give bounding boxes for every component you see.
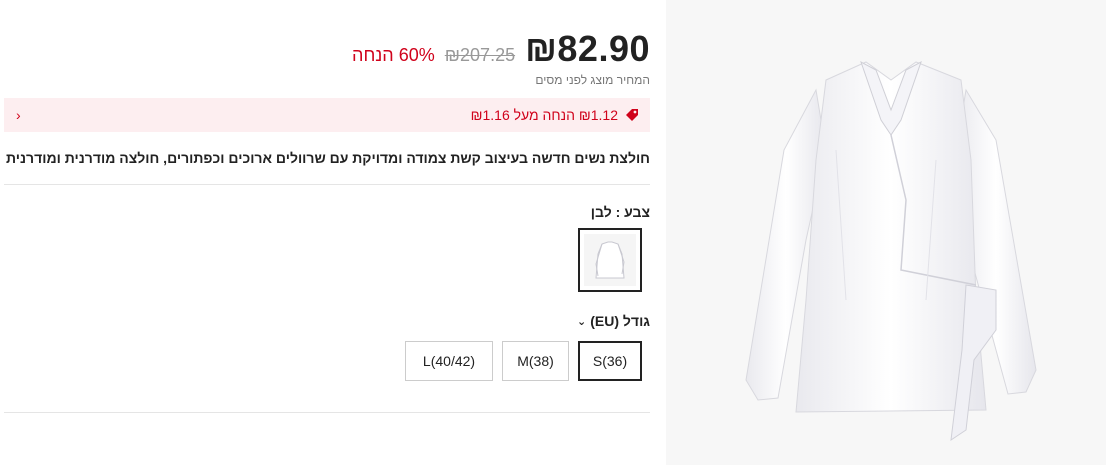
size-option-l40-42[interactable]: L(40/42) xyxy=(405,341,493,381)
shirt-thumbnail-icon xyxy=(595,241,625,279)
promo-arrow-icon[interactable]: ‹ xyxy=(16,107,21,123)
promo-banner[interactable]: ₪1.12 הנחה מעל ₪1.16 ‹ xyxy=(4,98,650,132)
tax-note: המחיר מוצג לפני מסים xyxy=(535,73,650,87)
color-swatch-white[interactable] xyxy=(578,228,642,292)
size-option-s36[interactable]: S(36) xyxy=(578,341,642,381)
price-tag-icon xyxy=(626,109,638,121)
promo-text: ₪1.12 הנחה מעל ₪1.16 xyxy=(470,107,618,123)
price-row: ₪82.90 ₪207.25 60% הנחה xyxy=(352,28,650,70)
chevron-down-icon: ⌄ xyxy=(577,315,587,328)
current-price: ₪82.90 xyxy=(525,28,650,69)
size-label-text: גודל (EU) xyxy=(590,313,650,329)
divider xyxy=(4,184,650,185)
shirt-illustration xyxy=(745,60,1037,442)
size-option-m38[interactable]: M(38) xyxy=(502,341,569,381)
swatch-thumbnail xyxy=(584,234,636,286)
size-label[interactable]: גודל (EU) ⌄ xyxy=(577,313,650,329)
divider xyxy=(4,412,650,413)
original-price: ₪207.25 xyxy=(444,45,516,65)
product-page: ₪82.90 ₪207.25 60% הנחה המחיר מוצג לפני … xyxy=(0,0,1106,465)
product-title: חולצת נשים חדשה בעיצוב קשת צמודה ומדויקת… xyxy=(6,150,650,166)
color-label: צבע : לבן xyxy=(590,204,650,220)
discount-badge: 60% הנחה xyxy=(352,45,435,65)
size-options: S(36) M(38) L(40/42) xyxy=(405,341,642,381)
product-info: ₪82.90 ₪207.25 60% הנחה המחיר מוצג לפני … xyxy=(4,0,650,465)
product-image[interactable] xyxy=(666,0,1106,465)
